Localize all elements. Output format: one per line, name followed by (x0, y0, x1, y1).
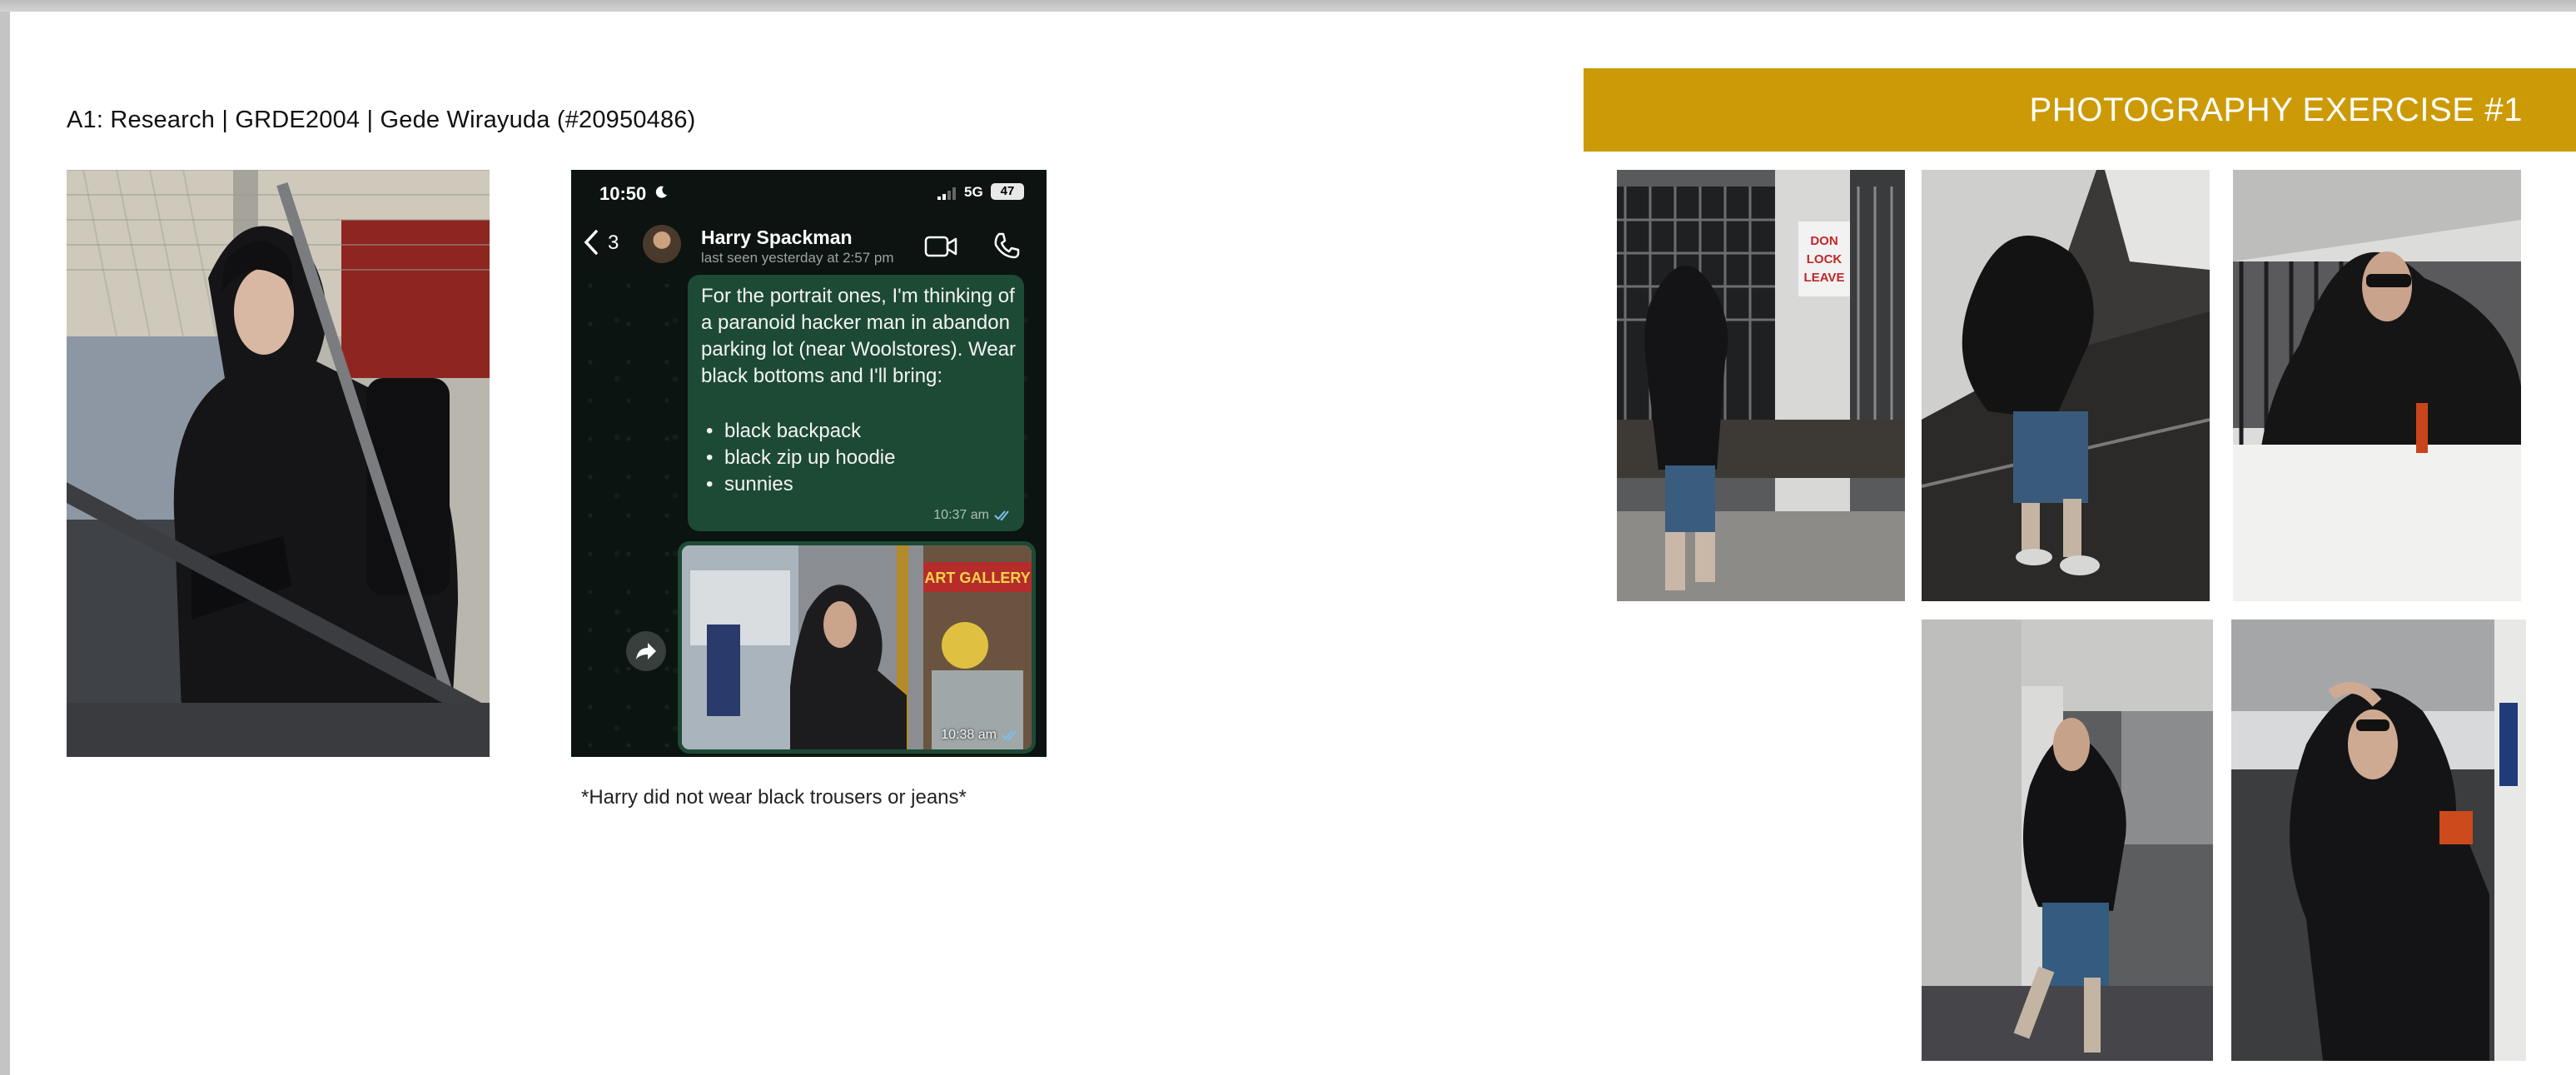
list-item: black zip up hoodie (701, 445, 895, 471)
message-list: black backpack black zip up hoodie sunni… (701, 418, 895, 498)
message-text: For the portrait ones, I'm thinking of a… (701, 285, 1016, 387)
chat-area: For the portrait ones, I'm thinking of a… (571, 266, 1047, 757)
read-receipt-icon (994, 510, 1009, 521)
contact-status: last seen yesterday at 2:57 pm (701, 250, 894, 266)
message-bubble[interactable]: For the portrait ones, I'm thinking of a… (688, 275, 1024, 531)
exercise-photo (2231, 620, 2526, 1061)
signal-icon (937, 187, 956, 200)
list-item: black backpack (701, 418, 895, 445)
image-message[interactable]: ART GALLERY 10:38 am (678, 541, 1036, 754)
status-bar: 10:50 5G 47 (571, 170, 1047, 212)
unread-count[interactable]: 3 (608, 231, 619, 255)
chat-header: 3 Harry Spackman last seen yesterday at … (571, 212, 1047, 266)
image-message-time: 10:38 am (941, 728, 997, 742)
video-call-icon[interactable] (924, 235, 957, 258)
exercise-photo (1922, 170, 2210, 601)
sign-text: LOCK (1807, 252, 1842, 266)
photo-caption: *Harry did not wear black trousers or je… (581, 786, 967, 809)
document-header: A1: Research | GRDE2004 | Gede Wirayuda … (67, 107, 696, 133)
moon-icon (655, 186, 667, 198)
phone-call-icon[interactable] (992, 231, 1021, 260)
banner-title: PHOTOGRAPHY EXERCISE #1 (2029, 92, 2523, 128)
sign-text: LEAVE (1804, 271, 1845, 285)
sign-text: DON (1810, 234, 1838, 248)
exercise-photo (1922, 620, 2213, 1061)
reference-photo (67, 170, 490, 757)
window-edge (0, 0, 2576, 12)
network-label: 5G (964, 184, 983, 200)
forward-icon[interactable] (626, 631, 666, 671)
document-page: A1: Research | GRDE2004 | Gede Wirayuda … (10, 12, 2576, 1075)
exercise-photo (2233, 170, 2521, 601)
status-time: 10:50 (599, 183, 647, 204)
back-chevron-icon[interactable] (583, 230, 599, 255)
contact-avatar[interactable] (643, 225, 681, 263)
gallery-sign-text: ART GALLERY (924, 570, 1030, 586)
list-item: sunnies (701, 471, 895, 498)
chat-screenshot: 10:50 5G 47 3 Harry Spackman last seen y… (571, 170, 1047, 757)
title-banner: PHOTOGRAPHY EXERCISE #1 (1584, 68, 2576, 152)
message-time: 10:37 am (933, 508, 989, 522)
contact-name[interactable]: Harry Spackman (701, 226, 853, 249)
battery-indicator: 47 (991, 183, 1024, 200)
read-receipt-icon (1002, 730, 1017, 741)
exercise-photo: DON LOCK LEAVE (1617, 170, 1905, 601)
